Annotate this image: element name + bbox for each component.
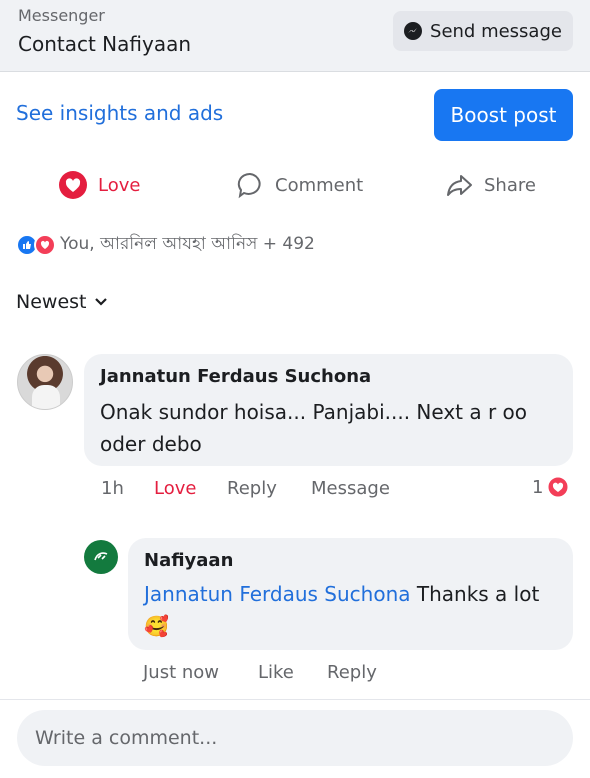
comment-placeholder: Write a comment...	[35, 727, 218, 749]
reply-reply-button[interactable]: Reply	[327, 662, 377, 683]
messenger-label: Messenger	[18, 6, 105, 25]
love-reaction-icon	[34, 234, 56, 256]
comment-author[interactable]: Jannatun Ferdaus Suchona	[100, 366, 371, 387]
comment-love-button[interactable]: Love	[154, 478, 196, 499]
comment-label: Comment	[275, 174, 364, 196]
share-icon	[447, 175, 472, 196]
divider	[0, 699, 590, 700]
reaction-summary[interactable]: You, আরনিল আযহা আনিস + 492	[16, 232, 315, 258]
comment-bubble: Jannatun Ferdaus Suchona Onak sundor hoi…	[84, 354, 573, 466]
reaction-count-value: 1	[532, 476, 544, 498]
reply-author[interactable]: Nafiyaan	[144, 550, 233, 571]
messenger-header: Messenger Contact Nafiyaan Send message	[0, 0, 590, 72]
comment-sort-dropdown[interactable]: Newest	[16, 291, 108, 313]
reply-time: Just now	[143, 662, 220, 683]
avatar[interactable]	[84, 540, 118, 574]
messenger-icon	[404, 22, 423, 40]
comment-icon	[237, 172, 261, 199]
love-label: Love	[98, 174, 141, 196]
boost-post-button[interactable]: Boost post	[434, 89, 573, 141]
send-message-button[interactable]: Send message	[393, 11, 573, 51]
comment-time: 1h	[101, 478, 124, 499]
reply-like-button[interactable]: Like	[258, 662, 294, 683]
post-action-bar: Love Comment Share	[0, 162, 590, 208]
heart-icon	[59, 171, 87, 199]
chevron-down-icon	[95, 298, 108, 306]
send-message-label: Send message	[430, 20, 562, 42]
heart-icon	[547, 476, 569, 498]
comment-reply-button[interactable]: Reply	[227, 478, 277, 499]
reaction-names: You, আরনিল আযহা আনিস + 492	[60, 234, 315, 254]
reply-bubble: Nafiyaan Jannatun Ferdaus Suchona Thanks…	[128, 538, 573, 650]
see-insights-link[interactable]: See insights and ads	[16, 101, 223, 125]
comment-message-button[interactable]: Message	[311, 478, 390, 499]
share-button[interactable]: Share	[444, 162, 536, 208]
share-label: Share	[484, 174, 536, 196]
comment-input[interactable]: Write a comment...	[17, 710, 573, 766]
comment-text: Onak sundor hoisa... Panjabi.... Next a …	[100, 400, 528, 456]
comment-reaction-count[interactable]: 1	[532, 476, 569, 498]
mention-link[interactable]: Jannatun Ferdaus Suchona	[144, 582, 411, 606]
contact-label[interactable]: Contact Nafiyaan	[18, 32, 191, 56]
sort-label: Newest	[16, 291, 87, 313]
love-button[interactable]: Love	[58, 162, 140, 208]
comment-button[interactable]: Comment	[235, 162, 363, 208]
reply-text: Jannatun Ferdaus Suchona Thanks a lot🥰	[144, 578, 564, 642]
avatar[interactable]	[17, 354, 73, 410]
